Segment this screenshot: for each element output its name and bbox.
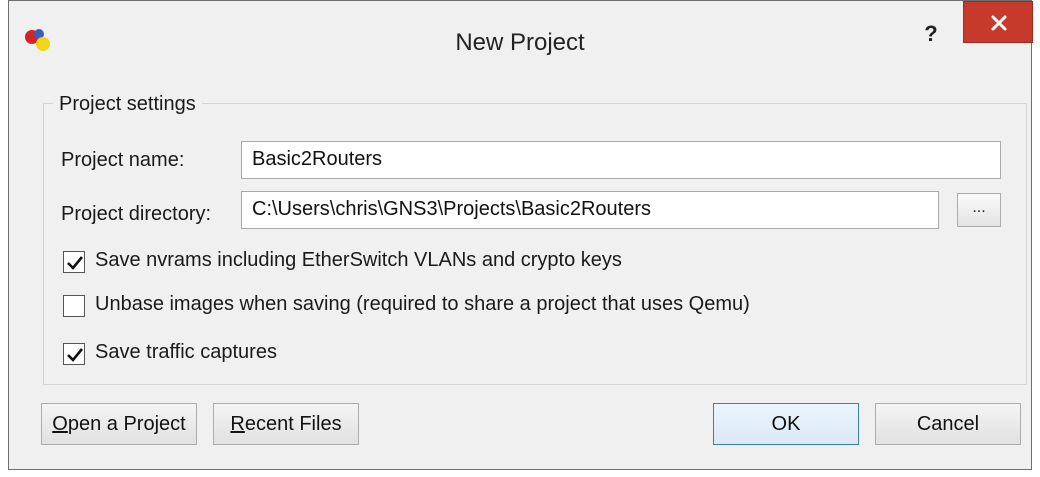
option-label: Unbase images when saving (required to s…: [95, 293, 750, 315]
recent-files-button[interactable]: Recent Files: [213, 403, 359, 445]
group-title: Project settings: [53, 93, 202, 116]
window-title: New Project: [455, 29, 585, 56]
title-bar: New Project ?: [9, 1, 1033, 83]
cancel-button[interactable]: Cancel: [875, 403, 1021, 445]
checkbox[interactable]: [63, 295, 85, 317]
checkbox[interactable]: [63, 251, 85, 273]
project-directory-label: Project directory:: [61, 203, 212, 225]
button-label: ecent Files: [244, 413, 342, 435]
project-directory-input[interactable]: C:\Users\chris\GNS3\Projects\Basic2Route…: [241, 191, 939, 229]
checkmark-icon: [67, 348, 84, 362]
mnemonic: O: [52, 413, 68, 435]
mnemonic: R: [230, 413, 245, 435]
project-name-label: Project name:: [61, 149, 185, 171]
option-label: Save traffic captures: [95, 341, 277, 363]
checkbox[interactable]: [63, 343, 85, 365]
close-button[interactable]: [963, 1, 1033, 43]
button-label: pen a Project: [67, 413, 186, 435]
project-name-input[interactable]: Basic2Routers: [241, 141, 1001, 179]
open-project-button[interactable]: Open a Project: [41, 403, 197, 445]
ok-button[interactable]: OK: [713, 403, 859, 445]
new-project-dialog: New Project ? Project settings Project n…: [8, 0, 1033, 470]
help-button[interactable]: ?: [917, 19, 945, 49]
close-icon: [991, 15, 1007, 31]
browse-button[interactable]: ...: [957, 193, 1001, 227]
checkmark-icon: [67, 256, 84, 270]
option-label: Save nvrams including EtherSwitch VLANs …: [95, 249, 622, 271]
